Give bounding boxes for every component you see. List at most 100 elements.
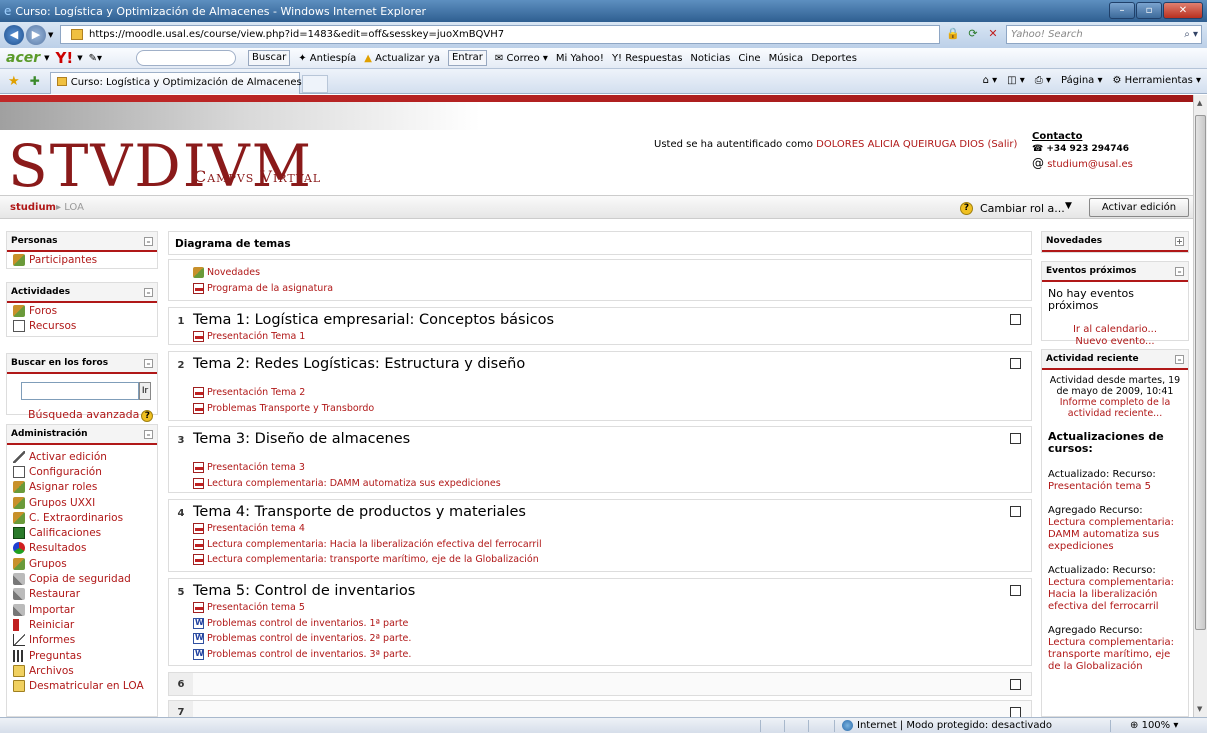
- scroll-up-icon[interactable]: ▲: [1197, 99, 1202, 107]
- add-favorite-icon[interactable]: ✚: [30, 74, 40, 88]
- update-resource-link[interactable]: Lectura complementaria: Hacia la liberal…: [1042, 577, 1188, 613]
- minimize-button[interactable]: –: [1109, 2, 1135, 19]
- admin-activar-edicion[interactable]: Activar edición: [7, 449, 157, 464]
- entrar-button[interactable]: Entrar: [447, 50, 487, 66]
- highlight-topic-checkbox[interactable]: [1010, 314, 1021, 325]
- collapse-icon[interactable]: –: [1175, 355, 1184, 364]
- highlight-topic-checkbox[interactable]: [1010, 506, 1021, 517]
- yahoo-search-input[interactable]: Yahoo! Search ⌕ ▾: [1006, 25, 1202, 44]
- search-icon[interactable]: ⌕ ▾: [1184, 26, 1198, 43]
- correo-button[interactable]: ✉ Correo ▾: [495, 53, 548, 64]
- noticias-button[interactable]: Noticias: [690, 53, 730, 64]
- feeds-icon[interactable]: ◫ ▾: [1007, 75, 1025, 86]
- stop-icon[interactable]: ✕: [985, 26, 1001, 42]
- resource-link[interactable]: Lectura complementaria: transporte marít…: [193, 552, 1031, 568]
- herramientas-menu[interactable]: ⚙ Herramientas ▾: [1113, 75, 1201, 86]
- programa-link[interactable]: Programa de la asignatura: [193, 281, 1031, 297]
- breadcrumb-home-link[interactable]: studium: [10, 202, 56, 213]
- scroll-thumb[interactable]: [1195, 115, 1206, 630]
- acer-dropdown-icon[interactable]: ▼: [44, 54, 49, 62]
- cine-button[interactable]: Cine: [738, 53, 760, 64]
- update-resource-link[interactable]: Lectura complementaria: DAMM automatiza …: [1042, 517, 1188, 553]
- yahoo-dropdown-icon[interactable]: ▼: [77, 54, 82, 62]
- resource-link[interactable]: Lectura complementaria: DAMM automatiza …: [193, 476, 1031, 492]
- resource-link[interactable]: Presentación tema 4: [193, 521, 1031, 537]
- novedades-link[interactable]: Novedades: [193, 265, 1031, 281]
- favorites-star-icon[interactable]: ★: [8, 74, 20, 89]
- admin-informes[interactable]: Informes: [7, 633, 157, 648]
- auth-user-link[interactable]: DOLORES ALICIA QUEIRUGA DIOS: [816, 139, 984, 150]
- highlight-topic-checkbox[interactable]: [1010, 433, 1021, 444]
- resource-link[interactable]: Problemas control de inventarios. 2ª par…: [193, 631, 1031, 647]
- full-report-link[interactable]: Informe completo de la actividad recient…: [1042, 397, 1188, 419]
- mi-yahoo-button[interactable]: Mi Yahoo!: [556, 53, 604, 64]
- pagina-menu[interactable]: Página ▾: [1061, 75, 1103, 86]
- toolbar-search-input[interactable]: [136, 50, 237, 66]
- admin-restaurar[interactable]: Restaurar: [7, 587, 157, 602]
- actualizar-button[interactable]: ▲ Actualizar ya: [364, 53, 440, 64]
- collapse-icon[interactable]: –: [144, 288, 153, 297]
- resource-link[interactable]: Problemas Transporte y Transbordo: [193, 401, 1031, 417]
- respuestas-button[interactable]: Y! Respuestas: [612, 53, 682, 64]
- highlight-topic-checkbox[interactable]: [1010, 358, 1021, 369]
- recursos-link[interactable]: Recursos: [7, 318, 157, 333]
- role-dropdown-icon[interactable]: ▼: [1065, 201, 1083, 211]
- update-resource-link[interactable]: Presentación tema 5: [1042, 481, 1188, 493]
- admin-preguntas[interactable]: Preguntas: [7, 648, 157, 663]
- logout-link[interactable]: (Salir): [987, 139, 1017, 150]
- collapse-icon[interactable]: –: [144, 359, 153, 368]
- admin-importar[interactable]: Importar: [7, 602, 157, 617]
- vertical-scrollbar[interactable]: ▲ ▼: [1193, 95, 1207, 717]
- new-event-link[interactable]: Nuevo evento...: [1042, 336, 1188, 348]
- resource-link[interactable]: Presentación tema 5: [193, 600, 1031, 616]
- home-icon[interactable]: ⌂ ▾: [983, 75, 998, 86]
- role-select[interactable]: Cambiar rol a...: [980, 202, 1065, 215]
- antiespia-button[interactable]: ✦ Antiespía: [298, 53, 356, 64]
- admin-c-extraordinarios[interactable]: C. Extraordinarios: [7, 510, 157, 525]
- highlight-topic-checkbox[interactable]: [1010, 707, 1021, 717]
- url-input[interactable]: https://moodle.usal.es/course/view.php?i…: [60, 25, 940, 44]
- zoom-control[interactable]: ⊕ 100% ▾: [1130, 718, 1178, 733]
- security-zone[interactable]: Internet | Modo protegido: desactivado: [842, 718, 1052, 733]
- collapse-icon[interactable]: –: [144, 430, 153, 439]
- help-icon[interactable]: ?: [141, 410, 154, 422]
- admin-configuracion[interactable]: Configuración: [7, 464, 157, 479]
- scroll-down-icon[interactable]: ▼: [1197, 705, 1202, 713]
- advanced-search-link[interactable]: Búsqueda avanzada?: [28, 408, 154, 422]
- admin-desmatricular[interactable]: Desmatricular en LOA: [7, 678, 157, 693]
- back-button[interactable]: ◀: [4, 25, 24, 45]
- calendar-link[interactable]: Ir al calendario...: [1042, 312, 1188, 336]
- collapse-icon[interactable]: –: [144, 237, 153, 246]
- admin-calificaciones[interactable]: Calificaciones: [7, 525, 157, 540]
- admin-copia-seguridad[interactable]: Copia de seguridad: [7, 571, 157, 586]
- admin-resultados[interactable]: Resultados: [7, 541, 157, 556]
- collapse-icon[interactable]: –: [1175, 267, 1184, 276]
- admin-grupos-uxxi[interactable]: Grupos UXXI: [7, 495, 157, 510]
- forward-button[interactable]: ▶: [26, 25, 46, 45]
- new-tab-button[interactable]: [301, 74, 328, 93]
- studium-logo[interactable]: STVDIVM: [8, 137, 313, 195]
- lock-icon[interactable]: 🔒: [945, 26, 961, 42]
- resource-link[interactable]: Problemas control de inventarios. 1ª par…: [193, 616, 1031, 632]
- highlight-topic-checkbox[interactable]: [1010, 679, 1021, 690]
- activar-edicion-button[interactable]: Activar edición: [1089, 198, 1189, 217]
- resource-link[interactable]: Lectura complementaria: Hacia la liberal…: [193, 537, 1031, 553]
- forum-search-input[interactable]: [21, 382, 139, 400]
- participantes-link[interactable]: Participantes: [7, 252, 157, 267]
- history-dropdown-icon[interactable]: ▼: [48, 31, 53, 39]
- update-resource-link[interactable]: Lectura complementaria: transporte marít…: [1042, 637, 1188, 673]
- deportes-button[interactable]: Deportes: [811, 53, 857, 64]
- tab-course[interactable]: Curso: Logística y Optimización de Almac…: [49, 71, 302, 94]
- foros-link[interactable]: Foros: [7, 303, 157, 318]
- refresh-icon[interactable]: ⟳: [965, 26, 981, 42]
- musica-button[interactable]: Música: [769, 53, 804, 64]
- help-icon[interactable]: ?: [960, 202, 973, 215]
- resource-link[interactable]: Problemas control de inventarios. 3ª par…: [193, 647, 1031, 663]
- admin-asignar-roles[interactable]: Asignar roles: [7, 480, 157, 495]
- contact-title[interactable]: Contacto: [1032, 131, 1133, 143]
- print-icon[interactable]: ⎙ ▾: [1035, 75, 1051, 86]
- admin-reiniciar[interactable]: Reiniciar: [7, 617, 157, 632]
- pen-icon[interactable]: ✎▾: [89, 53, 102, 64]
- buscar-button[interactable]: Buscar: [248, 50, 291, 66]
- resource-link[interactable]: Presentación Tema 2: [193, 385, 1031, 401]
